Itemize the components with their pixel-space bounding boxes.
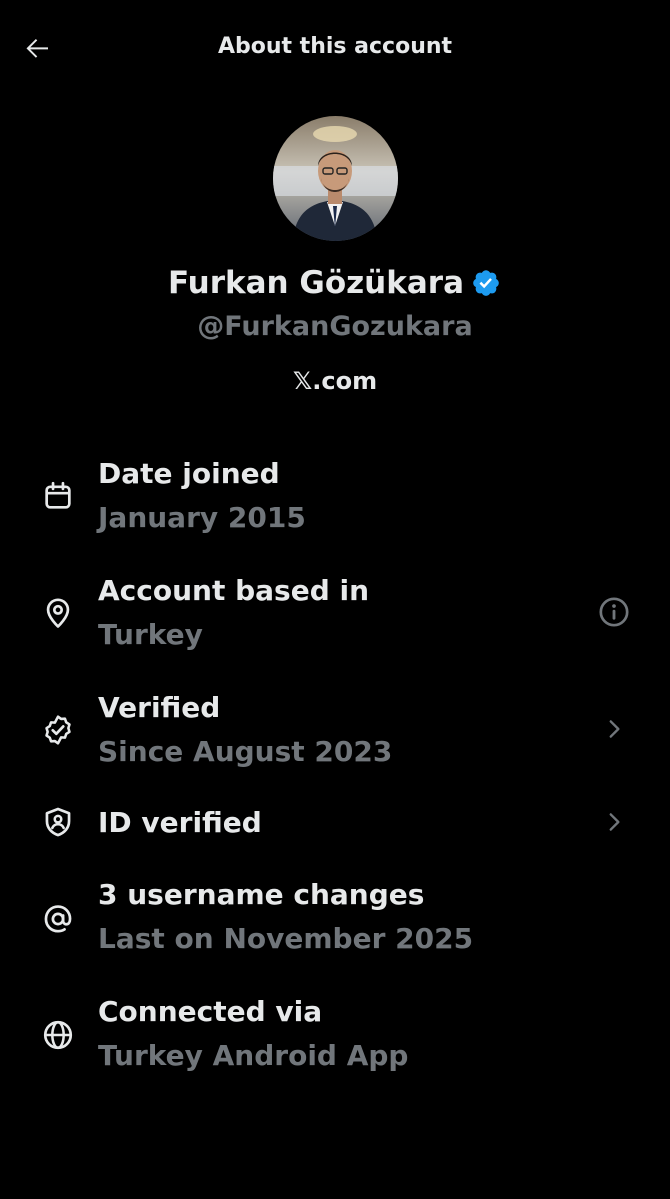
info-row-connected-via: Connected via Turkey Android App (0, 992, 670, 1082)
verified-badge-icon[interactable] (470, 267, 502, 299)
calendar-icon (38, 476, 78, 516)
name-row: Furkan Gözükara (0, 262, 670, 304)
row-title: ID verified (98, 806, 262, 839)
verified-check-icon (38, 710, 78, 750)
globe-icon (38, 1015, 78, 1055)
row-title: 3 username changes (98, 878, 425, 911)
row-subtitle: January 2015 (98, 501, 306, 534)
row-subtitle: Turkey Android App (98, 1039, 409, 1072)
info-row-account-based-in: Account based in Turkey (0, 569, 670, 659)
row-title: Verified (98, 691, 221, 724)
chevron-right-icon[interactable] (594, 709, 634, 749)
page-title: About this account (217, 34, 453, 59)
row-title: Date joined (98, 457, 280, 490)
handle: @FurkanGozukara (197, 311, 473, 342)
info-row-id-verified[interactable]: ID verified (0, 800, 670, 846)
info-icon (599, 597, 629, 627)
info-row-username-changes: 3 username changes Last on November 2025 (0, 875, 670, 965)
info-button[interactable] (594, 592, 634, 632)
row-title: Connected via (98, 995, 323, 1028)
location-pin-icon (38, 593, 78, 633)
display-name: Furkan Gözükara (168, 265, 464, 301)
row-subtitle: Last on November 2025 (98, 922, 474, 955)
avatar (273, 116, 398, 241)
id-shield-icon (38, 802, 78, 842)
chevron-right-icon[interactable] (594, 802, 634, 842)
info-row-date-joined: Date joined January 2015 (0, 452, 670, 542)
site-label: 𝕏.com (292, 367, 378, 395)
at-sign-icon (38, 899, 78, 939)
row-title: Account based in (98, 574, 370, 607)
row-subtitle: Since August 2023 (98, 735, 393, 768)
row-subtitle: Turkey (98, 618, 203, 651)
top-bar: About this account (0, 0, 670, 96)
info-row-verified[interactable]: Verified Since August 2023 (0, 686, 670, 776)
